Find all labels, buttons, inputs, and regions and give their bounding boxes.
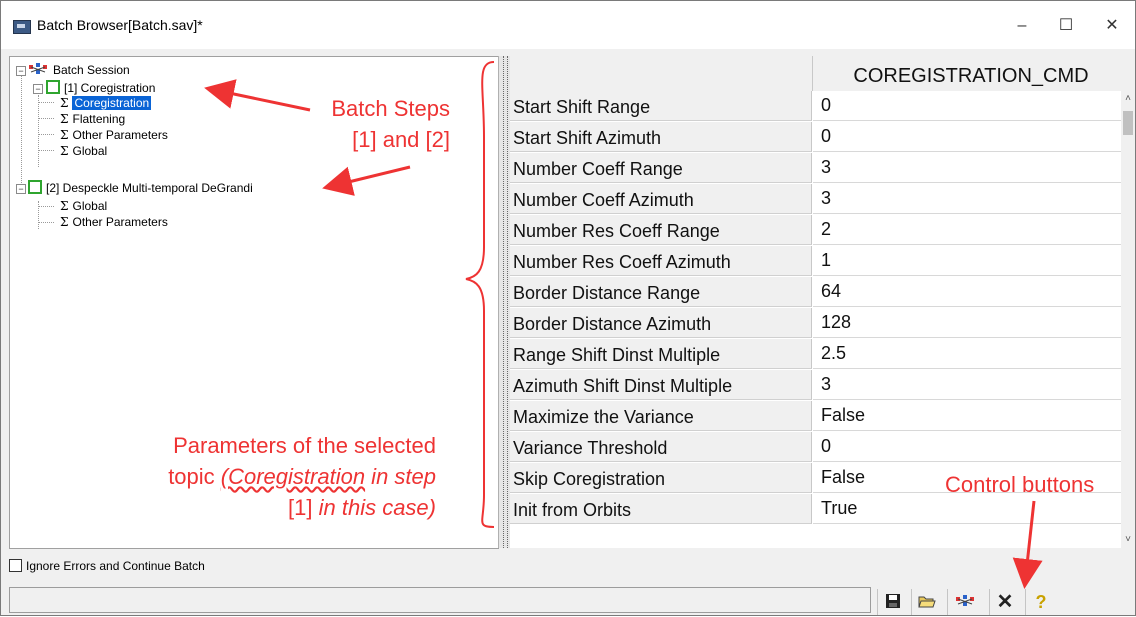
annotation-arrows — [204, 61, 495, 528]
open-button[interactable] — [911, 589, 942, 615]
batch-browser-window: Batch Browser[Batch.sav]* – ☐ ✕ − Batch … — [0, 0, 1136, 616]
parameter-name: Init from Orbits — [510, 494, 812, 524]
ignore-errors-checkbox[interactable] — [9, 559, 22, 572]
parameter-name: Number Res Coeff Range — [510, 215, 812, 245]
arrow-to-control-buttons — [1012, 500, 1043, 589]
grid-row[interactable]: Start Shift Azimuth 0 — [510, 122, 1121, 152]
parameter-value[interactable]: 128 — [813, 308, 1121, 338]
help-button[interactable]: ? — [1025, 589, 1056, 615]
status-bar — [9, 587, 871, 613]
parameter-value[interactable]: 0 — [813, 91, 1121, 121]
parameter-value[interactable]: 3 — [813, 153, 1121, 183]
grid-row[interactable]: Azimuth Shift Dinst Multiple 3 — [510, 370, 1121, 400]
parameter-name: Range Shift Dinst Multiple — [510, 339, 812, 369]
parameter-name: Start Shift Azimuth — [510, 122, 812, 152]
title-bar: Batch Browser[Batch.sav]* – ☐ ✕ — [1, 1, 1135, 49]
window-title: Batch Browser[Batch.sav]* — [37, 17, 203, 33]
batch-run-icon — [956, 595, 974, 606]
parameter-name: Number Res Coeff Azimuth — [510, 246, 812, 276]
batch-tree[interactable]: − Batch Session − [1] Coregistration Σ Co… — [9, 56, 499, 549]
parameter-name: Variance Threshold — [510, 432, 812, 462]
scroll-down-icon[interactable]: ˅ — [1123, 534, 1133, 546]
parameter-value[interactable]: 1 — [813, 246, 1121, 276]
run-batch-button[interactable] — [947, 589, 984, 615]
grid-row[interactable]: Number Coeff Azimuth 3 — [510, 184, 1121, 214]
grid-header: COREGISTRATION_CMD — [510, 56, 1121, 91]
grid-column-header[interactable]: COREGISTRATION_CMD — [822, 62, 1120, 91]
parameter-value[interactable]: 2.5 — [813, 339, 1121, 369]
ignore-errors-label: Ignore Errors and Continue Batch — [26, 559, 205, 573]
parameter-name: Maximize the Variance — [510, 401, 812, 431]
grid-row[interactable]: Number Coeff Range 3 — [510, 153, 1121, 183]
parameter-value[interactable]: 0 — [813, 432, 1121, 462]
parameter-value[interactable]: 3 — [813, 370, 1121, 400]
grid-row[interactable]: Maximize the Variance False — [510, 401, 1121, 431]
grid-row[interactable]: Border Distance Range 64 — [510, 277, 1121, 307]
app-icon — [13, 20, 31, 34]
parameter-name: Number Coeff Range — [510, 153, 812, 183]
ignore-errors-row[interactable]: Ignore Errors and Continue Batch — [9, 557, 205, 575]
grid-row[interactable]: Variance Threshold 0 — [510, 432, 1121, 462]
grid-row[interactable]: Border Distance Azimuth 128 — [510, 308, 1121, 338]
save-icon — [886, 594, 900, 608]
grid-row[interactable]: Number Res Coeff Range 2 — [510, 215, 1121, 245]
parameter-name: Start Shift Range — [510, 91, 812, 121]
grid-row[interactable]: Number Res Coeff Azimuth 1 — [510, 246, 1121, 276]
grid-row[interactable]: Start Shift Range 0 — [510, 91, 1121, 121]
arrow-to-step1 — [204, 79, 311, 112]
parameter-name: Border Distance Range — [510, 277, 812, 307]
close-button[interactable]: ✕ — [1089, 9, 1135, 43]
parameter-value[interactable]: 2 — [813, 215, 1121, 245]
grid-vertical-scrollbar[interactable]: ˄ ˅ — [1121, 91, 1135, 548]
parameter-name: Number Coeff Azimuth — [510, 184, 812, 214]
arrow-to-step2 — [322, 165, 411, 196]
cancel-button[interactable]: ✕ — [989, 589, 1020, 615]
parameter-value[interactable]: False — [813, 401, 1121, 431]
grid-row[interactable]: Range Shift Dinst Multiple 2.5 — [510, 339, 1121, 369]
scroll-up-icon[interactable]: ˄ — [1123, 93, 1133, 105]
maximize-button[interactable]: ☐ — [1043, 9, 1089, 43]
parameter-value[interactable]: 64 — [813, 277, 1121, 307]
parameter-name: Border Distance Azimuth — [510, 308, 812, 338]
help-icon: ? — [1035, 592, 1047, 612]
parameter-name: Azimuth Shift Dinst Multiple — [510, 370, 812, 400]
minimize-button[interactable]: – — [999, 9, 1045, 43]
parameter-name: Skip Coregistration — [510, 463, 812, 493]
parameter-value[interactable]: 0 — [813, 122, 1121, 152]
save-button[interactable] — [877, 589, 908, 615]
brace-parameters — [465, 61, 495, 528]
parameter-value[interactable]: 3 — [813, 184, 1121, 214]
close-x-icon: ✕ — [996, 591, 1014, 613]
annotation-control-buttons: Control buttons — [945, 472, 1095, 497]
open-folder-icon — [918, 596, 936, 608]
scroll-thumb[interactable] — [1123, 111, 1133, 135]
